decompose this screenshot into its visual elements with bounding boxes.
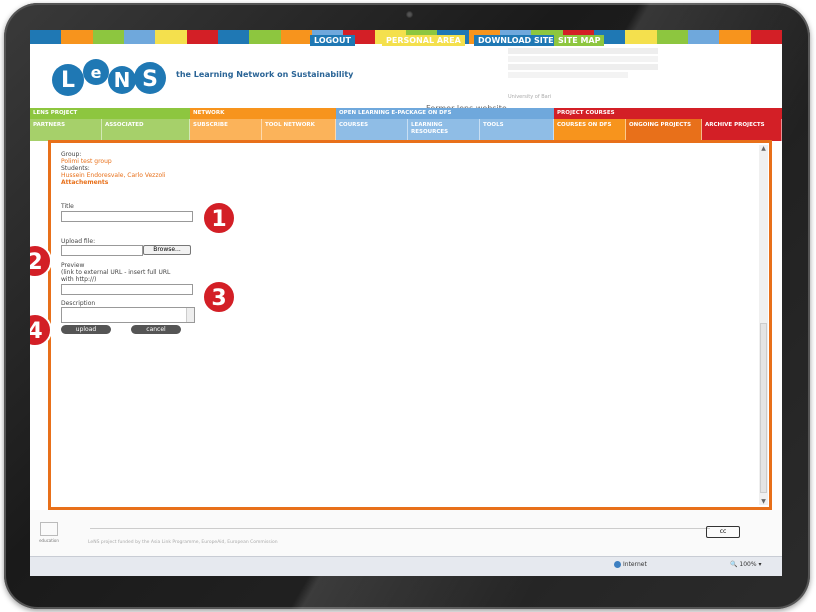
lens-logo[interactable]: L e N S: [48, 54, 178, 100]
scroll-down-icon[interactable]: ▼: [760, 498, 767, 505]
step-badge-1: 1: [202, 201, 236, 235]
sub-tools[interactable]: TOOLS: [480, 119, 554, 141]
site-map-link[interactable]: SITE MAP: [554, 35, 605, 46]
upload-file-input[interactable]: [61, 245, 143, 256]
preview-hint: (link to external URL - insert full URL: [61, 269, 171, 276]
section-network[interactable]: NETWORK: [190, 108, 336, 119]
svg-text:S: S: [142, 67, 158, 92]
security-zone: Internet: [614, 561, 647, 568]
students-value: Hussein Endoresvale, Carlo Vezzoli: [61, 172, 166, 179]
download-site-link[interactable]: DOWNLOAD SITE: [474, 35, 558, 46]
upload-label: Upload file:: [61, 238, 96, 245]
creative-commons-badge[interactable]: cc: [706, 526, 740, 538]
step-badge-3: 3: [202, 280, 236, 314]
site-tagline: the Learning Network on Sustainability: [176, 70, 354, 79]
textarea-scrollbar[interactable]: [186, 308, 194, 322]
page-footer: education LeNS project funded by the Asi…: [30, 510, 782, 556]
eu-logo-text: education: [39, 538, 59, 543]
main-sections: LENS PROJECT NETWORK OPEN LEARNING E-PAC…: [30, 108, 782, 119]
content-frame: Group: Polimi test group Students: Husse…: [48, 140, 772, 510]
personal-area-link[interactable]: PERSONAL AREA: [382, 35, 465, 46]
svg-text:e: e: [91, 63, 102, 82]
sub-sections: PARTNERS ASSOCIATED SUBSCRIBE TOOL NETWO…: [30, 119, 782, 141]
globe-icon: [614, 561, 621, 568]
scroll-up-icon[interactable]: ▲: [760, 145, 767, 152]
sub-subscribe[interactable]: SUBSCRIBE: [190, 119, 262, 141]
cancel-button[interactable]: cancel: [131, 325, 181, 334]
zoom-control[interactable]: 🔍 100% ▾: [730, 561, 762, 568]
camera-icon: [406, 11, 413, 18]
site-header: L e N S the Learning Network on Sustaina…: [30, 46, 782, 113]
eu-logo: education: [36, 520, 62, 550]
students-label: Students:: [61, 165, 90, 172]
sub-tool-network[interactable]: TOOL NETWORK: [262, 119, 336, 141]
description-textarea[interactable]: [61, 307, 195, 323]
section-open-learning[interactable]: OPEN LEARNING E-PACKAGE ON DFS: [336, 108, 554, 119]
attachments-heading: Attachements: [61, 179, 109, 186]
sub-learning-resources[interactable]: LEARNING RESOURCES: [408, 119, 480, 141]
preview-label: Preview: [61, 262, 85, 269]
description-label: Description: [61, 300, 96, 307]
zoom-level: 100%: [739, 561, 757, 568]
sub-courses-on-dfs[interactable]: COURSES ON DFS: [554, 119, 626, 141]
zone-label: Internet: [623, 561, 647, 568]
group-label: Group:: [61, 151, 82, 158]
scroll-thumb[interactable]: [760, 323, 767, 493]
preview-url-input[interactable]: [61, 284, 193, 295]
browser-status-bar: Internet 🔍 100% ▾: [30, 556, 782, 576]
group-value: Polimi test group: [61, 158, 112, 165]
svg-text:L: L: [61, 68, 75, 93]
title-label: Title: [61, 203, 74, 210]
svg-text:N: N: [114, 68, 131, 92]
university-name: University of Bari: [508, 94, 552, 100]
chevron-down-icon[interactable]: ▾: [758, 561, 761, 568]
browse-button[interactable]: Browse...: [143, 245, 191, 255]
upload-button[interactable]: upload: [61, 325, 111, 334]
sub-courses[interactable]: COURSES: [336, 119, 408, 141]
zoom-icon: 🔍: [730, 561, 738, 568]
sub-ongoing-projects[interactable]: ONGOING PROJECTS: [626, 119, 702, 141]
browser-screen: LOGOUT PERSONAL AREA DOWNLOAD SITE SITE …: [30, 30, 782, 576]
title-input[interactable]: [61, 211, 193, 222]
page-scrollbar[interactable]: ▲ ▼: [759, 145, 768, 505]
section-lens-project[interactable]: LENS PROJECT: [30, 108, 190, 119]
logout-link[interactable]: LOGOUT: [310, 35, 355, 46]
sub-archive-projects[interactable]: ARCHIVE PROJECTS: [702, 119, 782, 141]
sub-associated[interactable]: ASSOCIATED: [102, 119, 190, 141]
sub-partners[interactable]: PARTNERS: [30, 119, 102, 141]
news-ticker: [508, 48, 658, 78]
footer-note: LeNS project funded by the Asia Link Pro…: [88, 540, 278, 545]
footer-divider: [90, 528, 710, 529]
section-project-courses[interactable]: PROJECT COURSES: [554, 108, 782, 119]
preview-hint-2: with http://): [61, 276, 97, 283]
